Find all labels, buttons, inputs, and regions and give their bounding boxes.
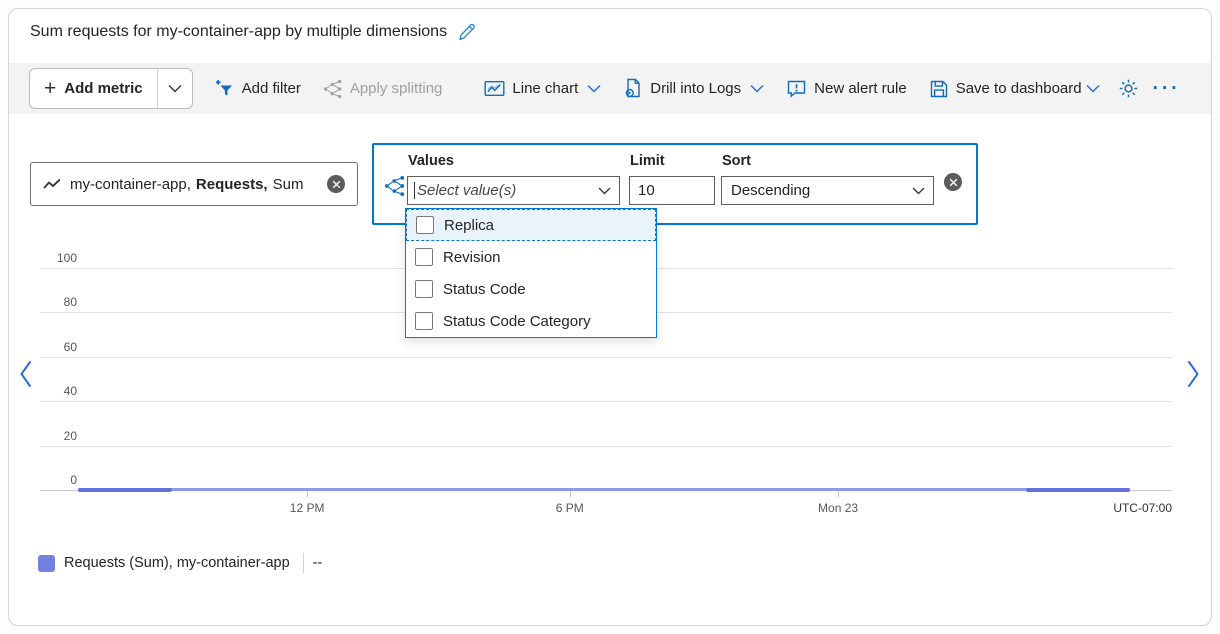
- y-axis-label: 60: [27, 340, 77, 354]
- y-axis-label: 0: [27, 473, 77, 487]
- x-axis-tick: [570, 491, 571, 497]
- x-axis-tick: [307, 491, 308, 497]
- x-axis-label: Mon 23: [793, 501, 883, 515]
- dimension-option-label: Revision: [443, 249, 501, 266]
- checkbox-icon[interactable]: [415, 280, 433, 298]
- metrics-explorer: Sum requests for my-container-app by mul…: [0, 0, 1220, 634]
- series-line-emphasis: [1026, 488, 1130, 492]
- dimension-option-label: Status Code: [443, 281, 526, 298]
- checkbox-icon[interactable]: [415, 312, 433, 330]
- x-axis-label: 6 PM: [525, 501, 615, 515]
- series-line: [78, 488, 1130, 491]
- dimension-option-status-code-category[interactable]: Status Code Category: [406, 305, 656, 337]
- chart-pan-left-button[interactable]: [18, 360, 33, 388]
- series-line-emphasis: [78, 488, 172, 492]
- y-axis-label: 80: [27, 295, 77, 309]
- timezone-label: UTC-07:00: [1072, 501, 1172, 515]
- legend-item[interactable]: Requests (Sum), my-container-app --: [38, 553, 322, 573]
- dimension-option-label: Status Code Category: [443, 313, 591, 330]
- gridline: [40, 401, 1172, 402]
- dimension-option-status-code[interactable]: Status Code: [406, 273, 656, 305]
- legend-value: --: [313, 555, 323, 571]
- dimension-option-replica[interactable]: Replica: [406, 209, 656, 241]
- y-axis-label: 40: [27, 384, 77, 398]
- y-axis-label: 100: [27, 251, 77, 265]
- checkbox-icon[interactable]: [416, 216, 434, 234]
- dimension-option-revision[interactable]: Revision: [406, 241, 656, 273]
- legend-divider: [303, 553, 304, 573]
- x-axis-tick: [838, 491, 839, 497]
- values-dropdown: Replica Revision Status Code Status Code…: [405, 208, 657, 338]
- legend-label: Requests (Sum), my-container-app: [64, 555, 290, 571]
- y-axis-label: 20: [27, 429, 77, 443]
- checkbox-icon[interactable]: [415, 248, 433, 266]
- gridline: [40, 446, 1172, 447]
- chart-pan-right-button[interactable]: [1186, 360, 1201, 388]
- x-axis-label: 12 PM: [262, 501, 352, 515]
- legend-swatch: [38, 555, 55, 572]
- gridline: [40, 357, 1172, 358]
- dimension-option-label: Replica: [444, 217, 494, 234]
